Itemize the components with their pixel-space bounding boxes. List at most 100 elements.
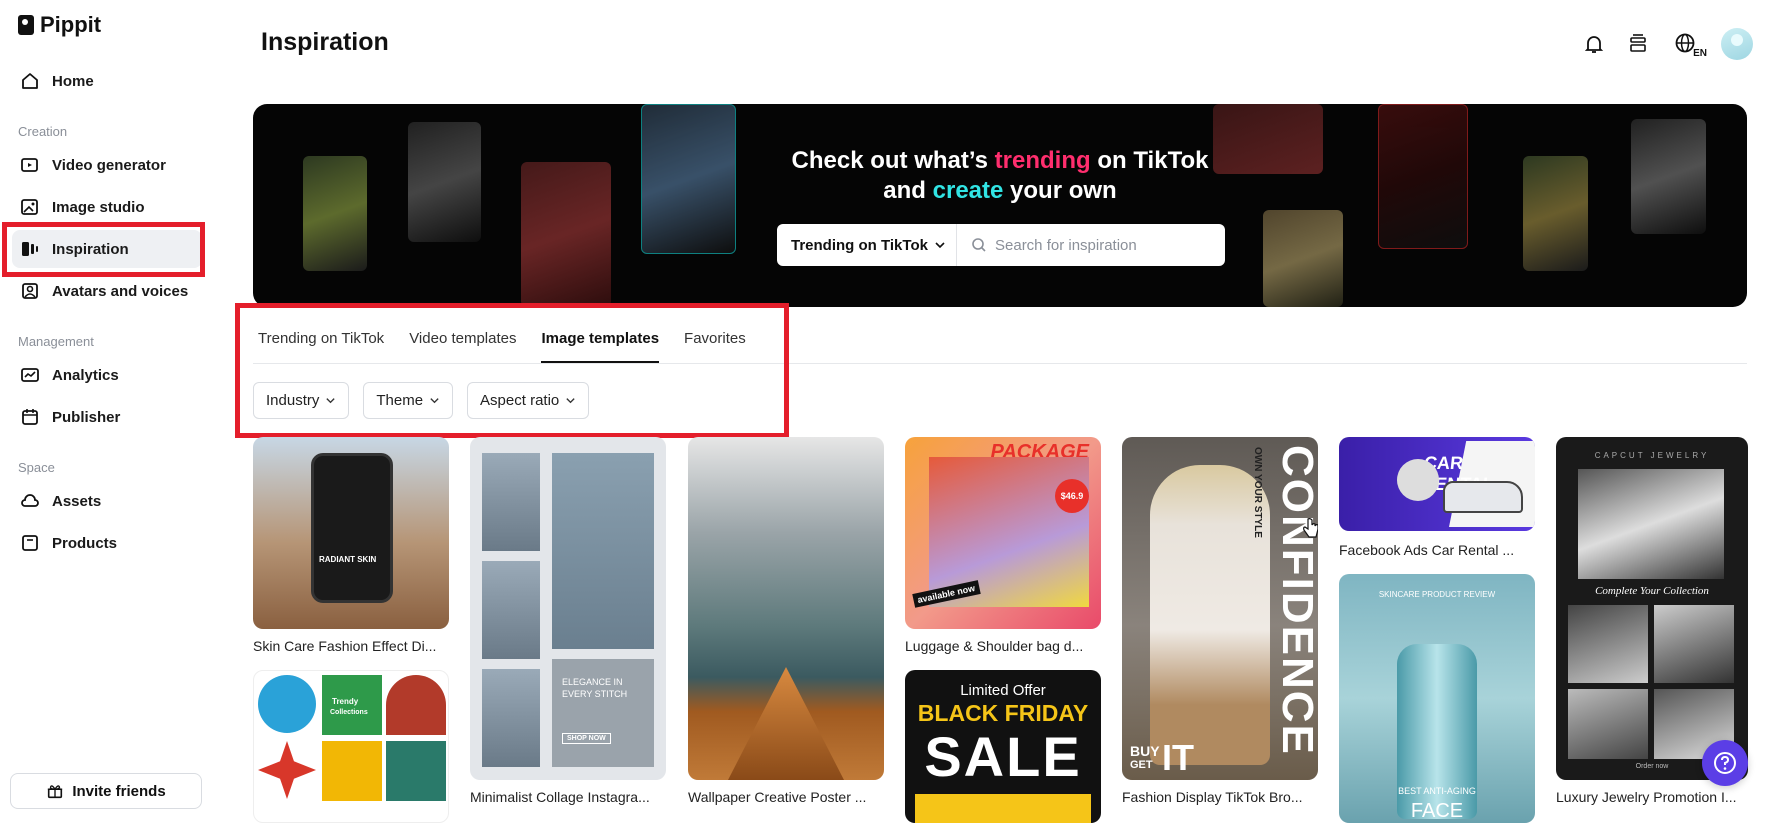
image-studio-icon — [21, 199, 38, 215]
sidebar-item-avatars-voices[interactable]: Avatars and voices — [12, 272, 202, 310]
jewelry-photo — [1654, 605, 1734, 683]
card-title: Wallpaper Creative Poster ... — [688, 789, 867, 805]
template-card-fashion-display[interactable]: CONFIDENCE OWN YOUR STYLE BUY GET IT — [1122, 437, 1318, 780]
avatar[interactable] — [1721, 28, 1753, 60]
language-button[interactable]: EN — [1669, 31, 1707, 59]
search-icon — [972, 238, 986, 252]
template-card-black-friday[interactable]: Limited Offer BLACK FRIDAY SALE — [905, 670, 1101, 823]
collage-tile — [386, 675, 446, 735]
promo-strip — [915, 794, 1091, 823]
sidebar-item-label: Video generator — [52, 156, 166, 174]
card-text: ELEGANCE IN — [562, 677, 623, 687]
sidebar-item-publisher[interactable]: Publisher — [12, 398, 202, 436]
search-input-wrap — [957, 236, 1225, 254]
boat-shape — [728, 667, 844, 780]
car-shape — [1443, 481, 1523, 513]
card-title: Skin Care Fashion Effect Di... — [253, 638, 437, 654]
card-text: FACE — [1410, 800, 1464, 822]
home-icon — [22, 73, 38, 89]
bell-icon — [1584, 36, 1604, 53]
sidebar-item-label: Analytics — [52, 366, 119, 384]
card-title: Luxury Jewelry Promotion I... — [1556, 789, 1737, 805]
collage-tile — [386, 741, 446, 801]
card-title: Luggage & Shoulder bag d... — [905, 638, 1084, 654]
card-text: SHOP NOW — [562, 733, 611, 744]
sidebar-item-label: Avatars and voices — [52, 282, 189, 300]
card-text: SALE — [924, 725, 1082, 788]
analytics-icon — [21, 368, 39, 382]
notifications-button[interactable] — [1581, 31, 1607, 57]
search-input[interactable] — [995, 236, 1215, 254]
card-text: Complete Your Collection — [1595, 585, 1709, 597]
sidebar-item-label: Publisher — [52, 408, 121, 426]
section-space: Space — [18, 460, 55, 475]
app-logo[interactable]: Pippit — [18, 12, 101, 38]
invite-friends-button[interactable]: Invite friends — [10, 773, 202, 809]
sidebar-item-assets[interactable]: Assets — [12, 482, 202, 520]
card-text: RADIANT SKIN — [319, 555, 377, 564]
avatars-voices-icon — [22, 283, 38, 299]
card-text: BEST ANTI-AGING — [1398, 786, 1476, 796]
pippit-logo-icon — [18, 15, 34, 35]
card-text: CAPCUT JEWELRY — [1594, 451, 1710, 460]
template-card-skincare-review[interactable]: SKINCARE PRODUCT REVIEW BEST ANTI-AGING … — [1339, 574, 1535, 823]
collage-photo — [552, 453, 654, 649]
sidebar-item-video-generator[interactable]: Video generator — [12, 146, 202, 184]
layers-button[interactable] — [1625, 31, 1651, 57]
card-text: BUY — [1130, 743, 1160, 759]
card-text: EVERY STITCH — [562, 689, 628, 699]
jewelry-photo — [1578, 469, 1724, 579]
cursor-hand-icon — [1303, 518, 1318, 538]
sidebar-item-label: Products — [52, 534, 118, 552]
template-card-wallpaper-poster[interactable] — [688, 437, 884, 780]
search-source-value: Trending on TikTok — [791, 236, 928, 254]
card-text: GET — [1130, 759, 1153, 771]
card-text: Collections — [330, 709, 368, 716]
hero-banner: Check out what’s trending on TikTok and … — [253, 104, 1747, 307]
phone-mockup — [311, 453, 393, 603]
card-text: Trendy — [332, 697, 359, 706]
calendar-icon — [22, 409, 38, 425]
section-management: Management — [18, 334, 94, 349]
car-photo — [1397, 459, 1439, 501]
collage-tile — [258, 675, 316, 733]
template-card-trendy-collage[interactable]: Trendy Collections — [253, 670, 449, 823]
section-creation: Creation — [18, 124, 68, 139]
card-text: CONFIDENCE — [1273, 445, 1318, 756]
collage-photo — [482, 561, 540, 659]
template-card-luxury-jewelry[interactable]: CAPCUT JEWELRY Complete Your Collection … — [1556, 437, 1748, 780]
header-actions: EN — [1581, 28, 1753, 60]
page-title: Inspiration — [261, 28, 389, 56]
card-title: Fashion Display TikTok Bro... — [1122, 789, 1303, 805]
template-card-minimalist-collage[interactable]: ELEGANCE IN EVERY STITCH SHOP NOW — [470, 437, 666, 780]
question-icon — [1714, 752, 1736, 774]
sidebar: Pippit Home Creation Video generator Ima… — [0, 0, 215, 823]
jewelry-photo — [1568, 689, 1648, 759]
sidebar-item-home[interactable]: Home — [12, 62, 202, 100]
banner-headline: Check out what’s trending on TikTok and … — [791, 147, 1209, 204]
collage-photo — [482, 669, 540, 767]
collage-tile — [322, 741, 382, 801]
collage-text-panel — [552, 659, 654, 767]
cloud-icon — [21, 494, 39, 507]
sidebar-item-label: Home — [52, 72, 94, 90]
sidebar-item-label: Assets — [52, 492, 102, 510]
search-source-select[interactable]: Trending on TikTok — [777, 224, 957, 266]
language-badge: EN — [1693, 48, 1707, 59]
sidebar-item-analytics[interactable]: Analytics — [12, 356, 202, 394]
template-card-car-rental[interactable]: CAR RENTAL — [1339, 437, 1535, 531]
sidebar-item-products[interactable]: Products — [12, 524, 202, 562]
card-text: Limited Offer — [960, 682, 1046, 699]
highlight-box-tabs — [235, 303, 789, 438]
help-button[interactable] — [1702, 740, 1748, 786]
layers-icon — [1630, 34, 1646, 52]
sidebar-item-label: Image studio — [52, 198, 145, 216]
highlight-box-inspiration — [2, 222, 205, 277]
sidebar-item-image-studio[interactable]: Image studio — [12, 188, 202, 226]
card-text: SKINCARE PRODUCT REVIEW — [1378, 590, 1496, 599]
video-generator-icon — [21, 158, 38, 172]
chevron-down-icon — [935, 242, 945, 249]
template-card-skin-care[interactable]: RADIANT SKIN — [253, 437, 449, 629]
template-card-luggage-bag[interactable]: PACKAGE $46.9 available now — [905, 437, 1101, 629]
card-title: Minimalist Collage Instagra... — [470, 789, 650, 805]
